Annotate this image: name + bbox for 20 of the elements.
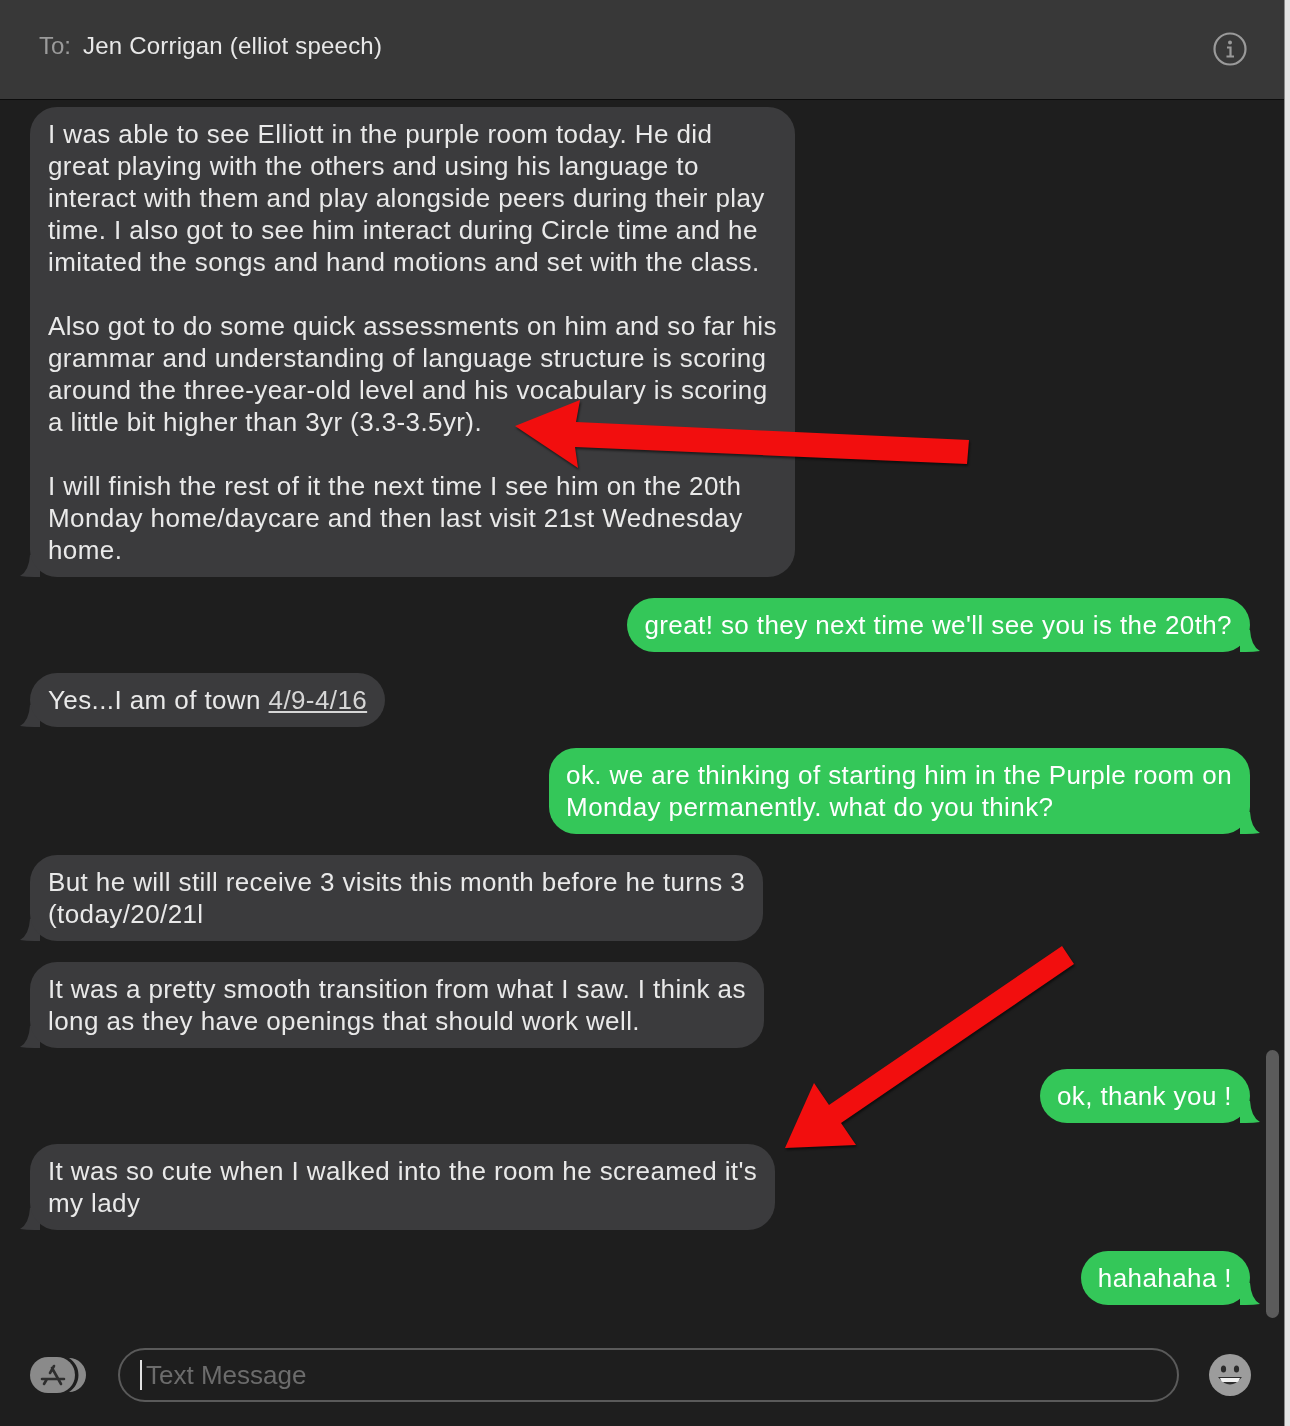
recipient-name: Jen Corrigan (elliot speech): [83, 31, 383, 60]
message-text: I will finish the rest of it the next time I see him on the 20th Monday home/daycare and then last visit 21st Wednesday home.: [48, 470, 744, 566]
text-cursor: [140, 1360, 142, 1390]
message-text: It was so cute when I walked into the room he screamed it's my lady: [48, 1155, 758, 1219]
date-link[interactable]: 4/9-4/16: [268, 685, 368, 715]
message-text: But he will still receive 3 visits this month before he turns 3 (today/20/21l: [48, 866, 746, 930]
message-text: ok. we are thinking of starting him in the Purple room on Monday permanently. what do you think?: [566, 759, 1232, 823]
message-text: Also got to do some quick assessments on him and so far his grammar and understanding of language structure is scoring around the three-year-old level and his vocabulary is scoring a little bit higher than 3yr (3.3-3.5yr).: [48, 310, 777, 438]
info-icon[interactable]: [1213, 31, 1247, 66]
message-text: ok, thank you !: [1056, 1080, 1232, 1112]
smiley-icon[interactable]: [1209, 1354, 1251, 1396]
message-text: It was a pretty smooth transition from what I saw. I think as long as they have openings that should work well.: [48, 973, 746, 1037]
to-label: To:: [39, 31, 71, 60]
message-text: great! so they next time we'll see you is the 20th?: [644, 609, 1232, 641]
message-text: I was able to see Elliott in the purple room today. He did great playing with the others and using his language to interact with them and play alongside peers during their play time. I also got to see him interact during Circle time and he imitated the songs and hand motions and set with the class.: [48, 118, 766, 278]
message-text: Yes...I am of town 4/9-4/16: [48, 684, 368, 716]
scrollbar-thumb[interactable]: [1266, 1050, 1279, 1318]
apps-icon[interactable]: [30, 1356, 86, 1394]
message-input-field[interactable]: Text Message: [118, 1348, 1179, 1402]
message-text: hahahaha !: [1097, 1262, 1232, 1294]
